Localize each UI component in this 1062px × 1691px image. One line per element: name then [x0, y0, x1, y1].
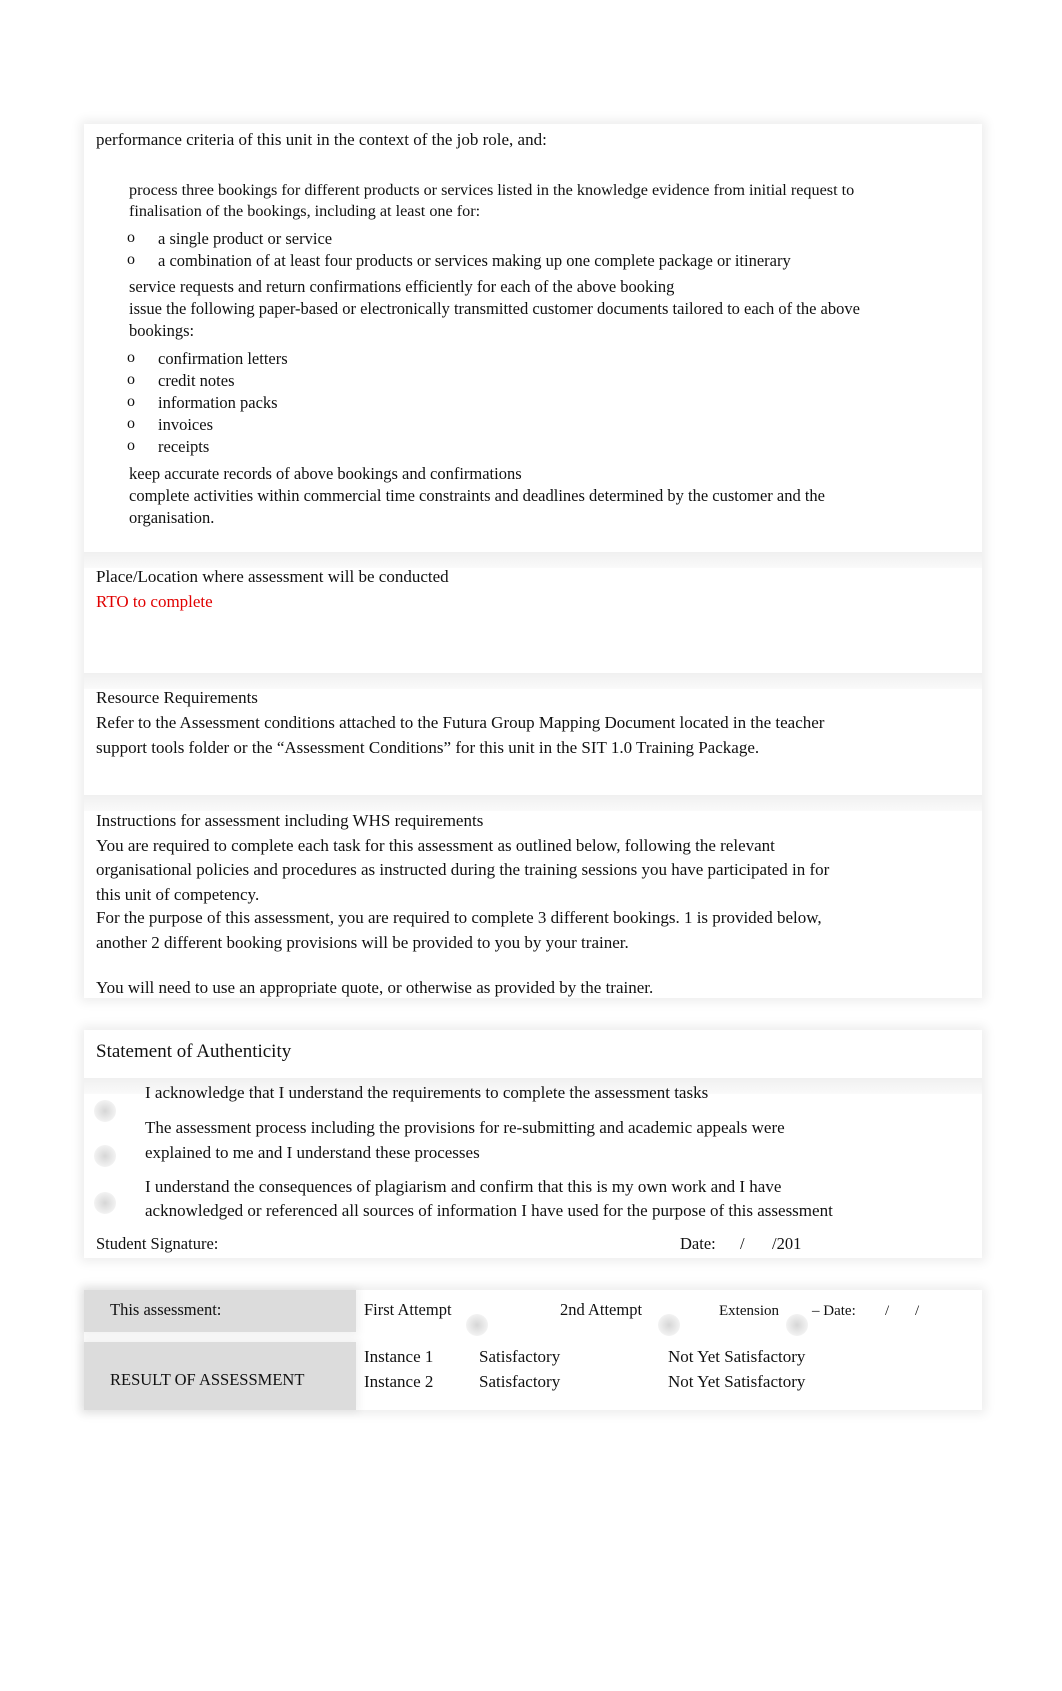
second-attempt-checkbox[interactable]	[658, 1314, 680, 1336]
date-year: /201	[772, 1234, 802, 1253]
instructions-text: You will need to use an appropriate quot…	[96, 978, 654, 997]
location-value: RTO to complete	[96, 592, 213, 611]
extension-date-sep: /	[915, 1303, 920, 1319]
extension-checkbox[interactable]	[786, 1314, 808, 1336]
signature-label: Student Signature:	[96, 1234, 219, 1253]
instructions-text: You are required to complete each task f…	[96, 836, 775, 855]
attempt-label: This assessment:	[110, 1300, 222, 1319]
sub-bullet-icon: o	[127, 393, 135, 410]
criteria-subitem: invoices	[158, 415, 213, 434]
row-divider	[84, 552, 982, 568]
second-attempt-option[interactable]: 2nd Attempt	[560, 1300, 642, 1320]
result-not-yet-satisfactory-option[interactable]: Not Yet Satisfactory	[668, 1347, 805, 1367]
instructions-text: another 2 different booking provisions w…	[96, 933, 629, 952]
extension-date-label: – Date:	[812, 1303, 856, 1319]
criteria-item: issue the following paper-based or elect…	[129, 299, 860, 318]
criteria-subitem: credit notes	[158, 371, 235, 390]
result-not-yet-satisfactory-option[interactable]: Not Yet Satisfactory	[668, 1372, 805, 1392]
sub-bullet-icon: o	[127, 437, 135, 454]
resources-heading: Resource Requirements	[96, 688, 258, 707]
extension-option[interactable]: Extension	[719, 1301, 779, 1321]
criteria-subitem: a single product or service	[158, 229, 333, 248]
extension-date-sep: /	[885, 1303, 890, 1319]
checkbox[interactable]	[94, 1100, 116, 1122]
criteria-item: keep accurate records of above bookings …	[129, 464, 522, 483]
sub-bullet-icon: o	[127, 251, 135, 268]
instructions-text: this unit of competency.	[96, 885, 260, 904]
row-divider	[84, 673, 982, 689]
resources-text: support tools folder or the “Assessment …	[96, 738, 760, 757]
checkbox[interactable]	[94, 1192, 116, 1214]
criteria-subitem: information packs	[158, 393, 278, 412]
sub-bullet-icon: o	[127, 229, 135, 246]
resources-text: Refer to the Assessment conditions attac…	[96, 713, 825, 732]
result-label: RESULT OF ASSESSMENT	[110, 1370, 305, 1389]
criteria-item-cont: organisation.	[129, 508, 215, 527]
date-sep: /	[740, 1234, 745, 1253]
authenticity-statement-cont: acknowledged or referenced all sources o…	[145, 1201, 833, 1220]
criteria-item: service requests and return confirmation…	[129, 277, 675, 296]
authenticity-heading: Statement of Authenticity	[96, 1041, 292, 1062]
checkbox[interactable]	[94, 1145, 116, 1167]
criteria-item: complete activities within commercial ti…	[129, 486, 825, 505]
criteria-item-cont: finalisation of the bookings, including …	[129, 202, 481, 220]
sub-bullet-icon: o	[127, 349, 135, 366]
sub-bullet-icon: o	[127, 371, 135, 388]
result-instance: Instance 1	[364, 1347, 434, 1366]
criteria-subitem: receipts	[158, 437, 210, 456]
row-divider	[84, 795, 982, 811]
location-heading: Place/Location where assessment will be …	[96, 567, 449, 586]
criteria-subitem: a combination of at least four products …	[158, 251, 791, 270]
sub-bullet-icon: o	[127, 415, 135, 432]
authenticity-statement: I acknowledge that I understand the requ…	[145, 1083, 709, 1102]
authenticity-statement: I understand the consequences of plagiar…	[145, 1177, 782, 1196]
first-attempt-checkbox[interactable]	[466, 1314, 488, 1336]
instructions-text: organisational policies and procedures a…	[96, 860, 830, 879]
instructions-heading: Instructions for assessment including WH…	[96, 811, 484, 830]
instructions-text: For the purpose of this assessment, you …	[96, 908, 822, 927]
authenticity-statement: The assessment process including the pro…	[145, 1118, 785, 1137]
authenticity-statement-cont: explained to me and I understand these p…	[145, 1143, 480, 1162]
result-instance: Instance 2	[364, 1372, 434, 1391]
criteria-item: process three bookings for different pro…	[129, 181, 855, 199]
criteria-subitem: confirmation letters	[158, 349, 288, 368]
first-attempt-option[interactable]: First Attempt	[364, 1300, 452, 1320]
criteria-item-cont: bookings:	[129, 321, 195, 340]
criteria-intro: performance criteria of this unit in the…	[96, 130, 547, 149]
date-label: Date:	[680, 1234, 716, 1253]
result-satisfactory-option[interactable]: Satisfactory	[479, 1372, 560, 1392]
result-satisfactory-option[interactable]: Satisfactory	[479, 1347, 560, 1367]
